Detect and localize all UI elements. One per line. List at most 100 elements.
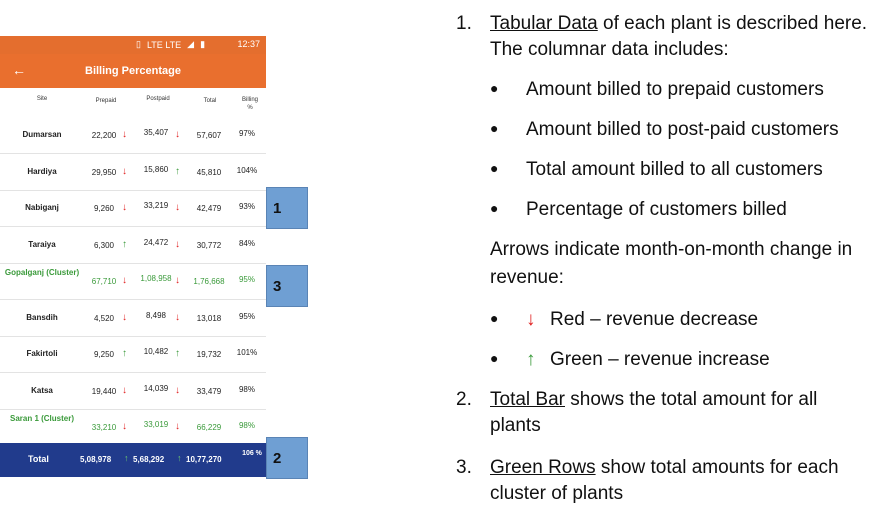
- up-arrow-icon: ↑: [526, 349, 536, 370]
- down-arrow-icon: ↓: [122, 421, 127, 432]
- prepaid-amount: 33,210: [91, 423, 117, 432]
- arrows-text-line2: revenue:: [490, 267, 564, 288]
- site-name: Nabiganj: [25, 203, 59, 212]
- header-site: Site: [36, 96, 48, 102]
- bullet-prepaid: Amount billed to prepaid customers: [526, 79, 824, 100]
- up-arrow-icon: ↑: [177, 453, 182, 463]
- site-name: Gopalganj (Cluster): [4, 268, 80, 277]
- down-arrow-icon: ↓: [122, 129, 127, 140]
- down-arrow-icon: ↓: [175, 384, 180, 396]
- down-arrow-icon: ↓: [175, 311, 180, 323]
- table-row[interactable]: Dumarsan 22,200 ↓ 35,407 ↓ 57,607 97%: [0, 118, 266, 154]
- total-amount: 57,607: [196, 131, 222, 140]
- up-arrow-icon: ↑: [175, 348, 180, 359]
- status-bar: ▯ LTE LTE ◢ ▮ 12:37: [0, 36, 266, 54]
- clock: 12:37: [237, 39, 260, 49]
- total-amount: 45,810: [196, 167, 222, 177]
- table-row[interactable]: Bansdih 4,520 ↓ 8,498 ↓ 13,018 95%: [0, 301, 266, 337]
- callout-3: 3: [266, 265, 308, 307]
- down-arrow-icon: ↓: [175, 129, 180, 140]
- table-row[interactable]: Taraiya 6,300 ↑ 24,472 ↓ 30,772 84%: [0, 228, 266, 264]
- site-name: Katsa: [31, 385, 53, 395]
- item-3-rest: show total amounts for each: [595, 457, 839, 478]
- header-billing: Billing %: [241, 97, 258, 111]
- up-arrow-icon: ↑: [122, 238, 127, 250]
- bullet-total: Total amount billed to all customers: [526, 159, 823, 180]
- header-total: Total: [203, 98, 217, 104]
- billing-percent: 97%: [238, 129, 255, 138]
- table-row[interactable]: Katsa 19,440 ↓ 14,039 ↓ 33,479 98%: [0, 374, 266, 410]
- header-prepaid: Prepaid: [95, 98, 117, 104]
- item-2-underlined: Total Bar: [490, 389, 565, 410]
- table-row[interactable]: Hardiya 29,950 ↓ 15,860 ↑ 45,810 104%: [0, 155, 266, 191]
- item-2-line1: Total Bar shows the total amount for all: [490, 386, 888, 414]
- table-row[interactable]: Nabiganj 9,260 ↓ 33,219 ↓ 42,479 93%: [0, 191, 266, 227]
- total-amount: 13,018: [196, 313, 222, 323]
- site-name: Hardiya: [27, 166, 57, 176]
- item-3-line2: cluster of plants: [490, 483, 624, 504]
- table-row[interactable]: Fakirtoli 9,250 ↑ 10,482 ↑ 19,732 101%: [0, 337, 266, 373]
- prepaid-amount: 29,950: [91, 167, 117, 177]
- prepaid-amount: 9,250: [93, 350, 115, 359]
- bullet-icon: ●: [490, 120, 499, 136]
- postpaid-amount: 33,219: [143, 201, 169, 210]
- bullet-icon: ●: [490, 350, 499, 366]
- item-3-number: 3.: [456, 457, 472, 478]
- down-arrow-icon: ↓: [526, 309, 536, 330]
- down-arrow-icon: ↓: [175, 421, 180, 432]
- item-3-underlined: Green Rows: [490, 457, 596, 478]
- postpaid-amount: 24,472: [143, 237, 169, 247]
- item-1-rest: of each plant is described here.: [597, 13, 868, 34]
- total-amount: 42,479: [196, 204, 222, 213]
- prepaid-amount: 6,300: [93, 240, 115, 250]
- table-row[interactable]: Gopalganj (Cluster) 67,710 ↓ 1,08,958 ↓ 1,76,…: [0, 264, 266, 300]
- down-arrow-icon: ↓: [122, 165, 127, 177]
- site-name: Saran 1 (Cluster): [9, 414, 75, 423]
- up-arrow-icon: ↑: [175, 165, 180, 177]
- network-indicators: LTE LTE: [146, 39, 182, 50]
- battery-icon: ▮: [200, 39, 206, 49]
- bullet-icon: ●: [490, 200, 499, 216]
- signal-icon: ◢: [187, 39, 195, 49]
- total-prepaid: 5,08,978: [80, 455, 112, 464]
- postpaid-amount: 35,407: [143, 128, 169, 137]
- app-bar: ← Billing Percentage: [0, 54, 266, 88]
- callout-1: 1: [266, 187, 308, 229]
- callout-2: 2: [266, 437, 308, 479]
- table-header: Site Prepaid Postpaid Total Billing %: [0, 88, 266, 118]
- prepaid-amount: 9,260: [93, 204, 115, 213]
- bullet-percentage: Percentage of customers billed: [526, 199, 787, 220]
- item-2-number: 2.: [456, 389, 472, 410]
- postpaid-amount: 14,039: [143, 383, 169, 393]
- postpaid-amount: 1,08,958: [140, 274, 172, 283]
- green-legend: Green – revenue increase: [550, 349, 770, 370]
- bullet-icon: ●: [490, 80, 499, 96]
- billing-percent: 98%: [238, 384, 255, 394]
- total-amount: 1,76,668: [193, 277, 225, 286]
- red-legend: Red – revenue decrease: [550, 309, 759, 330]
- down-arrow-icon: ↓: [122, 384, 127, 396]
- site-name: Taraiya: [28, 239, 56, 249]
- item-1-line2: The columnar data includes:: [490, 39, 729, 60]
- total-billing: 106 %: [242, 450, 262, 457]
- total-amount: 33,479: [196, 386, 222, 396]
- table-row[interactable]: Saran 1 (Cluster) 33,210 ↓ 33,019 ↓ 66,229 98%: [0, 410, 266, 446]
- page-title: Billing Percentage: [85, 65, 181, 77]
- up-arrow-icon: ↑: [124, 453, 129, 463]
- vibrate-icon: ▯: [136, 39, 141, 49]
- total-amount: 10,77,270: [186, 455, 222, 464]
- billing-percent: 93%: [238, 202, 255, 211]
- billing-percent: 95%: [238, 311, 255, 321]
- bullet-icon: ●: [490, 160, 499, 176]
- item-1-line1: Tabular Data of each plant is described …: [490, 10, 888, 38]
- total-amount: 66,229: [196, 423, 222, 432]
- item-3-line1: Green Rows show total amounts for each: [490, 454, 888, 482]
- up-arrow-icon: ↑: [122, 348, 127, 359]
- arrows-text-line1: Arrows indicate month-on-month change in: [490, 239, 853, 260]
- total-amount: 19,732: [196, 350, 222, 359]
- prepaid-amount: 4,520: [93, 313, 115, 323]
- down-arrow-icon: ↓: [122, 311, 127, 323]
- header-postpaid: Postpaid: [146, 96, 170, 102]
- postpaid-amount: 33,019: [143, 420, 169, 429]
- total-label: Total: [28, 454, 49, 464]
